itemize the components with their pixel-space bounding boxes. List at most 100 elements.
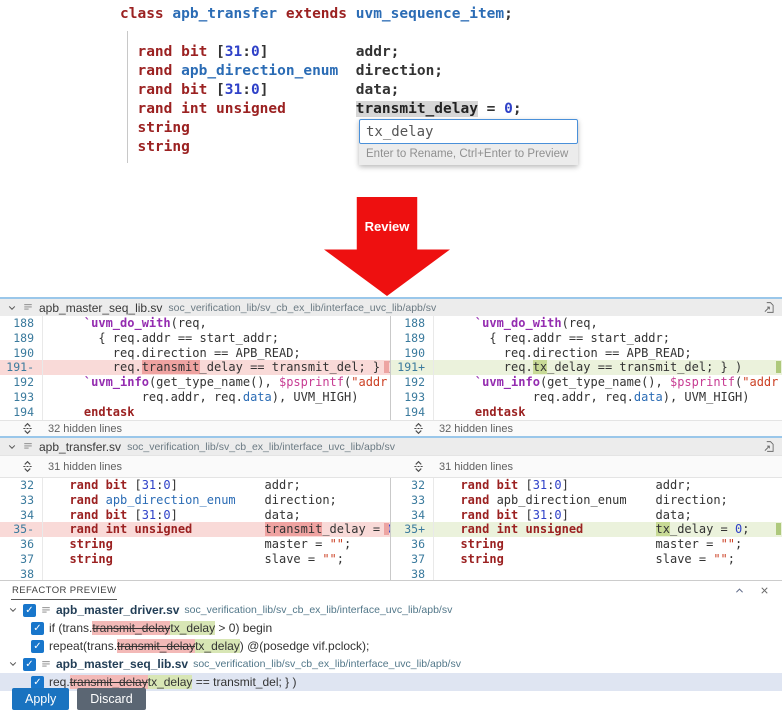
diff-code-row: 37 string slave = ""; bbox=[391, 552, 782, 567]
open-file-icon[interactable] bbox=[763, 301, 775, 314]
diff-file-name: apb_transfer.sv bbox=[39, 440, 121, 454]
expand-chevron-icon[interactable] bbox=[8, 605, 18, 615]
diff-code-row: 190 req.direction == APB_READ; bbox=[391, 346, 782, 361]
line-number: 192 bbox=[0, 375, 42, 390]
line-number: 35- bbox=[0, 522, 42, 537]
diff-file-path: soc_verification_lib/sv_cb_ex_lib/interf… bbox=[127, 441, 395, 453]
line-number: 194 bbox=[391, 405, 433, 420]
panel-title: REFACTOR PREVIEW bbox=[11, 583, 117, 600]
code-text: `uvm_do_with(req, bbox=[433, 316, 782, 331]
panel-header: REFACTOR PREVIEW bbox=[0, 581, 782, 601]
line-number: 33 bbox=[0, 493, 42, 508]
diff-code-row: 32 rand bit [31:0] addr; bbox=[391, 478, 782, 493]
overview-ruler-mark bbox=[384, 523, 389, 535]
diff-pane-left: 188 `uvm_do_with(req,189 { req.addr == s… bbox=[0, 316, 391, 420]
close-panel-icon[interactable] bbox=[759, 585, 770, 596]
diff-code-row: 36 string master = ""; bbox=[0, 537, 390, 552]
line-number: 32 bbox=[391, 478, 433, 493]
file-icon bbox=[41, 659, 51, 670]
refactor-change-text: repeat(trans.transmit_delaytx_delay) @(p… bbox=[49, 639, 369, 653]
code-text: req.tx_delay == transmit_del; } ) bbox=[433, 360, 782, 375]
overview-ruler-mark bbox=[384, 361, 389, 373]
refactor-change-row[interactable]: ✓ repeat(trans.transmit_delaytx_delay) @(… bbox=[0, 637, 782, 655]
hidden-lines-label: 31 hidden lines bbox=[439, 461, 513, 473]
expand-chevron-icon[interactable] bbox=[8, 659, 18, 669]
hidden-lines-half[interactable]: 31 hidden lines bbox=[0, 460, 391, 473]
code-text: rand bit [31:0] addr; bbox=[42, 478, 390, 493]
diff-code-row: 189 { req.addr == start_addr; bbox=[391, 331, 782, 346]
line-number: 32 bbox=[0, 478, 42, 493]
diff-code-row: 34 rand bit [31:0] data; bbox=[0, 508, 390, 523]
hidden-lines-bar: 31 hidden lines 31 hidden lines bbox=[0, 455, 782, 478]
line-number: 34 bbox=[0, 508, 42, 523]
line-number: 33 bbox=[391, 493, 433, 508]
refactor-file-row[interactable]: ✓ apb_master_seq_lib.sv soc_verification_l… bbox=[0, 655, 782, 673]
line-number: 191- bbox=[0, 360, 42, 375]
hidden-lines-half[interactable]: 32 hidden lines bbox=[391, 422, 782, 435]
diff-pane-right: 188 `uvm_do_with(req,189 { req.addr == s… bbox=[391, 316, 782, 420]
line-number: 37 bbox=[391, 552, 433, 567]
checked-checkbox[interactable]: ✓ bbox=[23, 604, 36, 617]
line-number: 190 bbox=[391, 346, 433, 361]
hidden-lines-half[interactable]: 32 hidden lines bbox=[0, 422, 391, 435]
code-text: string master = ""; bbox=[433, 537, 782, 552]
diff-code-row: 191+ req.tx_delay == transmit_del; } ) bbox=[391, 360, 782, 375]
overview-ruler-mark bbox=[776, 523, 781, 535]
refactor-change-text: req.transmit_delaytx_delay == transmit_d… bbox=[49, 675, 297, 689]
code-line: class apb_transfer extends uvm_sequence_… bbox=[120, 5, 522, 24]
code-text: string slave = ""; bbox=[433, 552, 782, 567]
review-arrow-label: Review bbox=[324, 219, 450, 234]
hidden-lines-half[interactable]: 31 hidden lines bbox=[391, 460, 782, 473]
refactor-file-name: apb_master_driver.sv bbox=[56, 603, 179, 617]
hidden-lines-label: 32 hidden lines bbox=[48, 423, 122, 435]
checked-checkbox[interactable]: ✓ bbox=[31, 676, 44, 689]
code-text: req.direction == APB_READ; bbox=[433, 346, 782, 361]
open-file-icon[interactable] bbox=[763, 440, 775, 453]
diff-code-row: 188 `uvm_do_with(req, bbox=[0, 316, 390, 331]
code-line: rand apb_direction_enum direction; bbox=[120, 62, 522, 81]
collapse-chevron-icon[interactable] bbox=[7, 442, 17, 452]
collapse-panel-icon[interactable] bbox=[734, 585, 745, 596]
diff-panes: 188 `uvm_do_with(req,189 { req.addr == s… bbox=[0, 316, 782, 420]
rename-input[interactable] bbox=[359, 119, 578, 144]
collapse-chevron-icon[interactable] bbox=[7, 303, 17, 313]
line-number: 193 bbox=[0, 390, 42, 405]
code-text: string master = ""; bbox=[42, 537, 390, 552]
diff-code-row: 188 `uvm_do_with(req, bbox=[391, 316, 782, 331]
code-text: endtask bbox=[42, 405, 390, 420]
line-number: 192 bbox=[391, 375, 433, 390]
diff-code-row: 189 { req.addr == start_addr; bbox=[0, 331, 390, 346]
indent-guide bbox=[127, 31, 128, 163]
unfold-icon[interactable] bbox=[413, 422, 424, 435]
line-number: 191+ bbox=[391, 360, 433, 375]
refactor-file-path: soc_verification_lib/sv_cb_ex_lib/interf… bbox=[184, 604, 452, 616]
code-text: rand bit [31:0] data; bbox=[42, 508, 390, 523]
diff-code-row: 34 rand bit [31:0] data; bbox=[391, 508, 782, 523]
apply-button[interactable]: Apply bbox=[12, 688, 69, 710]
diff-pane-left: 32 rand bit [31:0] addr;33 rand apb_dire… bbox=[0, 478, 391, 582]
unfold-icon[interactable] bbox=[22, 422, 33, 435]
refactor-change-row[interactable]: ✓if (trans.transmit_delaytx_delay > 0) b… bbox=[0, 619, 782, 637]
file-icon bbox=[23, 302, 33, 313]
refactor-file-name: apb_master_seq_lib.sv bbox=[56, 657, 188, 671]
diff-code-row: 33 rand apb_direction_enum direction; bbox=[0, 493, 390, 508]
discard-button[interactable]: Discard bbox=[77, 688, 145, 710]
diff-code-row: 36 string master = ""; bbox=[391, 537, 782, 552]
code-text: `uvm_do_with(req, bbox=[42, 316, 390, 331]
checked-checkbox[interactable]: ✓ bbox=[31, 622, 44, 635]
code-text: rand bit [31:0] addr; bbox=[433, 478, 782, 493]
code-text: rand apb_direction_enum direction; bbox=[433, 493, 782, 508]
diff-pane-right: 32 rand bit [31:0] addr;33 rand apb_dire… bbox=[391, 478, 782, 582]
refactor-file-row[interactable]: ✓ apb_master_driver.sv soc_verification_li… bbox=[0, 601, 782, 619]
diff-file-name: apb_master_seq_lib.sv bbox=[39, 301, 162, 315]
unfold-icon[interactable] bbox=[413, 460, 424, 473]
checked-checkbox[interactable]: ✓ bbox=[31, 640, 44, 653]
diff-section: apb_master_seq_lib.svsoc_verification_li… bbox=[0, 297, 782, 437]
checked-checkbox[interactable]: ✓ bbox=[23, 658, 36, 671]
diff-code-row: 32 rand bit [31:0] addr; bbox=[0, 478, 390, 493]
line-number: 190 bbox=[0, 346, 42, 361]
unfold-icon[interactable] bbox=[22, 460, 33, 473]
code-line: rand int unsigned transmit_delay = 0; bbox=[120, 100, 522, 119]
refactor-file-path: soc_verification_lib/sv_cb_ex_lib/interf… bbox=[193, 658, 461, 670]
code-text: `uvm_info(get_type_name(), $psprintf("ad… bbox=[42, 375, 390, 390]
